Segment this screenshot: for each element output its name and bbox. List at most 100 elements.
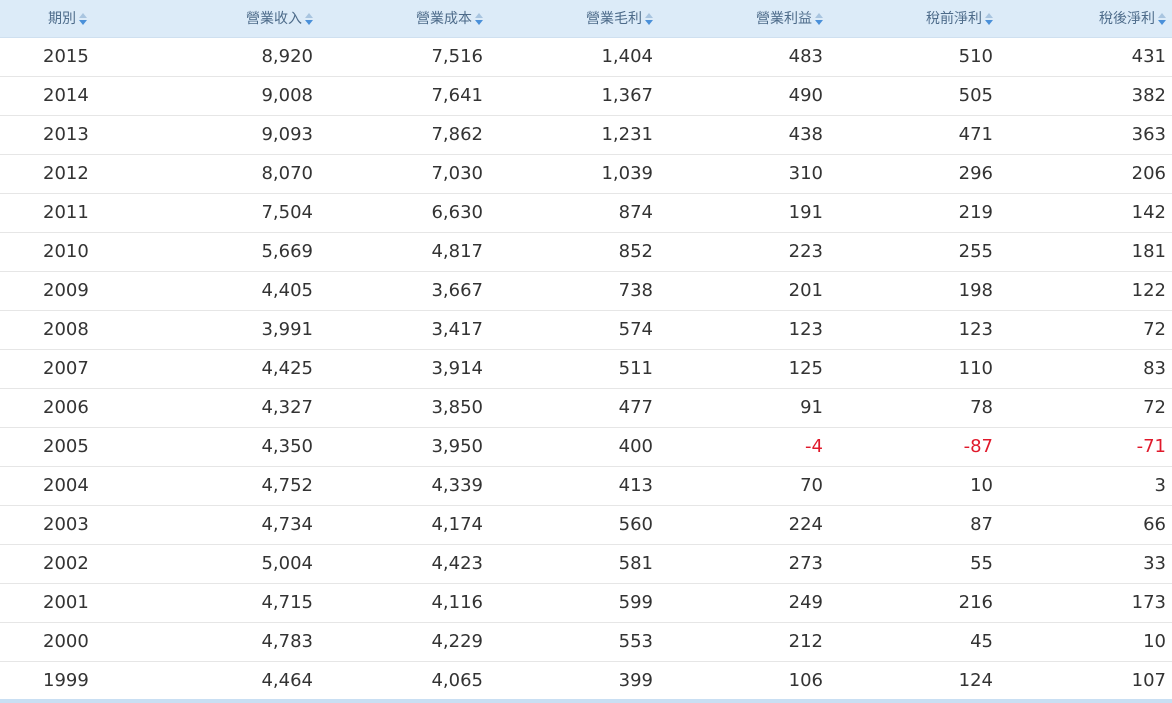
column-header-label: 期別 xyxy=(48,11,76,28)
cell-pretax-income: 87 xyxy=(829,505,999,545)
cell-pretax-income: 55 xyxy=(829,544,999,584)
cell-gross-profit: 400 xyxy=(489,427,659,467)
cell-net-income: 206 xyxy=(999,154,1172,194)
sort-arrows-icon[interactable] xyxy=(305,13,313,26)
cell-pretax-income: 296 xyxy=(829,154,999,194)
cell-pretax-income: 219 xyxy=(829,193,999,233)
cell-revenue: 5,004 xyxy=(148,544,319,584)
cell-operating-income: 125 xyxy=(659,349,829,389)
table-row: 2007 4,425 3,914 511 125 110 83 xyxy=(0,349,1172,389)
cell-cost: 4,229 xyxy=(319,622,489,662)
cell-gross-profit: 1,367 xyxy=(489,76,659,116)
table-row: 2012 8,070 7,030 1,039 310 296 206 xyxy=(0,154,1172,194)
cell-revenue: 4,783 xyxy=(148,622,319,662)
cell-gross-profit: 574 xyxy=(489,310,659,350)
cell-pretax-income: 216 xyxy=(829,583,999,623)
table-row: 2003 4,734 4,174 560 224 87 66 xyxy=(0,505,1172,545)
sort-arrows-icon[interactable] xyxy=(645,13,653,26)
cell-operating-income: 438 xyxy=(659,115,829,155)
cell-net-income: 363 xyxy=(999,115,1172,155)
cell-gross-profit: 1,231 xyxy=(489,115,659,155)
cell-operating-income: 490 xyxy=(659,76,829,116)
sort-arrows-icon[interactable] xyxy=(985,13,993,26)
cell-pretax-income: 510 xyxy=(829,37,999,77)
sort-arrows-icon[interactable] xyxy=(1158,13,1166,26)
cell-cost: 7,030 xyxy=(319,154,489,194)
cell-period: 2003 xyxy=(0,505,148,545)
cell-operating-income: 310 xyxy=(659,154,829,194)
cell-revenue: 4,734 xyxy=(148,505,319,545)
cell-revenue: 4,327 xyxy=(148,388,319,428)
cell-operating-income: 212 xyxy=(659,622,829,662)
cell-period: 2011 xyxy=(0,193,148,233)
table-row: 2008 3,991 3,417 574 123 123 72 xyxy=(0,310,1172,350)
sort-arrows-icon[interactable] xyxy=(475,13,483,26)
sort-arrows-icon[interactable] xyxy=(815,13,823,26)
table-row: 2001 4,715 4,116 599 249 216 173 xyxy=(0,583,1172,623)
cell-gross-profit: 413 xyxy=(489,466,659,506)
cell-gross-profit: 581 xyxy=(489,544,659,584)
cell-pretax-income: 124 xyxy=(829,661,999,701)
header-row: 期別 營業收入 營業成本 營業毛利 營業利益 稅前淨利 稅後淨利 xyxy=(0,0,1172,38)
cell-operating-income: 201 xyxy=(659,271,829,311)
cell-cost: 4,423 xyxy=(319,544,489,584)
bottom-border-bar xyxy=(0,699,1172,703)
cell-cost: 6,630 xyxy=(319,193,489,233)
cell-gross-profit: 553 xyxy=(489,622,659,662)
column-header-label: 稅前淨利 xyxy=(926,11,982,28)
table-row: 2014 9,008 7,641 1,367 490 505 382 xyxy=(0,76,1172,116)
cell-gross-profit: 511 xyxy=(489,349,659,389)
column-header-period[interactable]: 期別 xyxy=(0,0,148,38)
cell-operating-income: 91 xyxy=(659,388,829,428)
cell-cost: 4,174 xyxy=(319,505,489,545)
table-body: 2015 8,920 7,516 1,404 483 510 431 2014 9,008 7,6… xyxy=(0,37,1172,701)
cell-cost: 3,417 xyxy=(319,310,489,350)
cell-revenue: 4,425 xyxy=(148,349,319,389)
column-header-label: 稅後淨利 xyxy=(1099,11,1155,28)
cell-revenue: 9,093 xyxy=(148,115,319,155)
cell-net-income: 181 xyxy=(999,232,1172,272)
table-row: 2005 4,350 3,950 400 -4 -87 -71 xyxy=(0,427,1172,467)
cell-cost: 7,641 xyxy=(319,76,489,116)
sort-arrows-icon[interactable] xyxy=(79,13,87,26)
column-header-pretax-income[interactable]: 稅前淨利 xyxy=(829,0,999,38)
cell-net-income: 83 xyxy=(999,349,1172,389)
column-header-net-income[interactable]: 稅後淨利 xyxy=(999,0,1172,38)
cell-operating-income: 191 xyxy=(659,193,829,233)
cell-gross-profit: 852 xyxy=(489,232,659,272)
column-header-cost[interactable]: 營業成本 xyxy=(319,0,489,38)
column-header-revenue[interactable]: 營業收入 xyxy=(148,0,319,38)
cell-revenue: 4,464 xyxy=(148,661,319,701)
cell-pretax-income: 471 xyxy=(829,115,999,155)
cell-pretax-income: -87 xyxy=(829,427,999,467)
cell-net-income: 10 xyxy=(999,622,1172,662)
column-header-operating-income[interactable]: 營業利益 xyxy=(659,0,829,38)
cell-cost: 3,667 xyxy=(319,271,489,311)
cell-period: 2006 xyxy=(0,388,148,428)
cell-cost: 3,914 xyxy=(319,349,489,389)
cell-gross-profit: 738 xyxy=(489,271,659,311)
cell-pretax-income: 45 xyxy=(829,622,999,662)
cell-pretax-income: 123 xyxy=(829,310,999,350)
cell-period: 1999 xyxy=(0,661,148,701)
cell-net-income: 431 xyxy=(999,37,1172,77)
table-row: 2009 4,405 3,667 738 201 198 122 xyxy=(0,271,1172,311)
cell-operating-income: 223 xyxy=(659,232,829,272)
table-row: 2006 4,327 3,850 477 91 78 72 xyxy=(0,388,1172,428)
cell-operating-income: 106 xyxy=(659,661,829,701)
cell-period: 2012 xyxy=(0,154,148,194)
cell-operating-income: -4 xyxy=(659,427,829,467)
table-row: 1999 4,464 4,065 399 106 124 107 xyxy=(0,661,1172,701)
cell-pretax-income: 255 xyxy=(829,232,999,272)
column-header-label: 營業收入 xyxy=(246,11,302,28)
cell-period: 2014 xyxy=(0,76,148,116)
cell-cost: 7,516 xyxy=(319,37,489,77)
cell-net-income: 382 xyxy=(999,76,1172,116)
column-header-gross-profit[interactable]: 營業毛利 xyxy=(489,0,659,38)
cell-cost: 4,116 xyxy=(319,583,489,623)
cell-gross-profit: 1,404 xyxy=(489,37,659,77)
cell-period: 2015 xyxy=(0,37,148,77)
table-row: 2000 4,783 4,229 553 212 45 10 xyxy=(0,622,1172,662)
cell-pretax-income: 10 xyxy=(829,466,999,506)
cell-gross-profit: 399 xyxy=(489,661,659,701)
